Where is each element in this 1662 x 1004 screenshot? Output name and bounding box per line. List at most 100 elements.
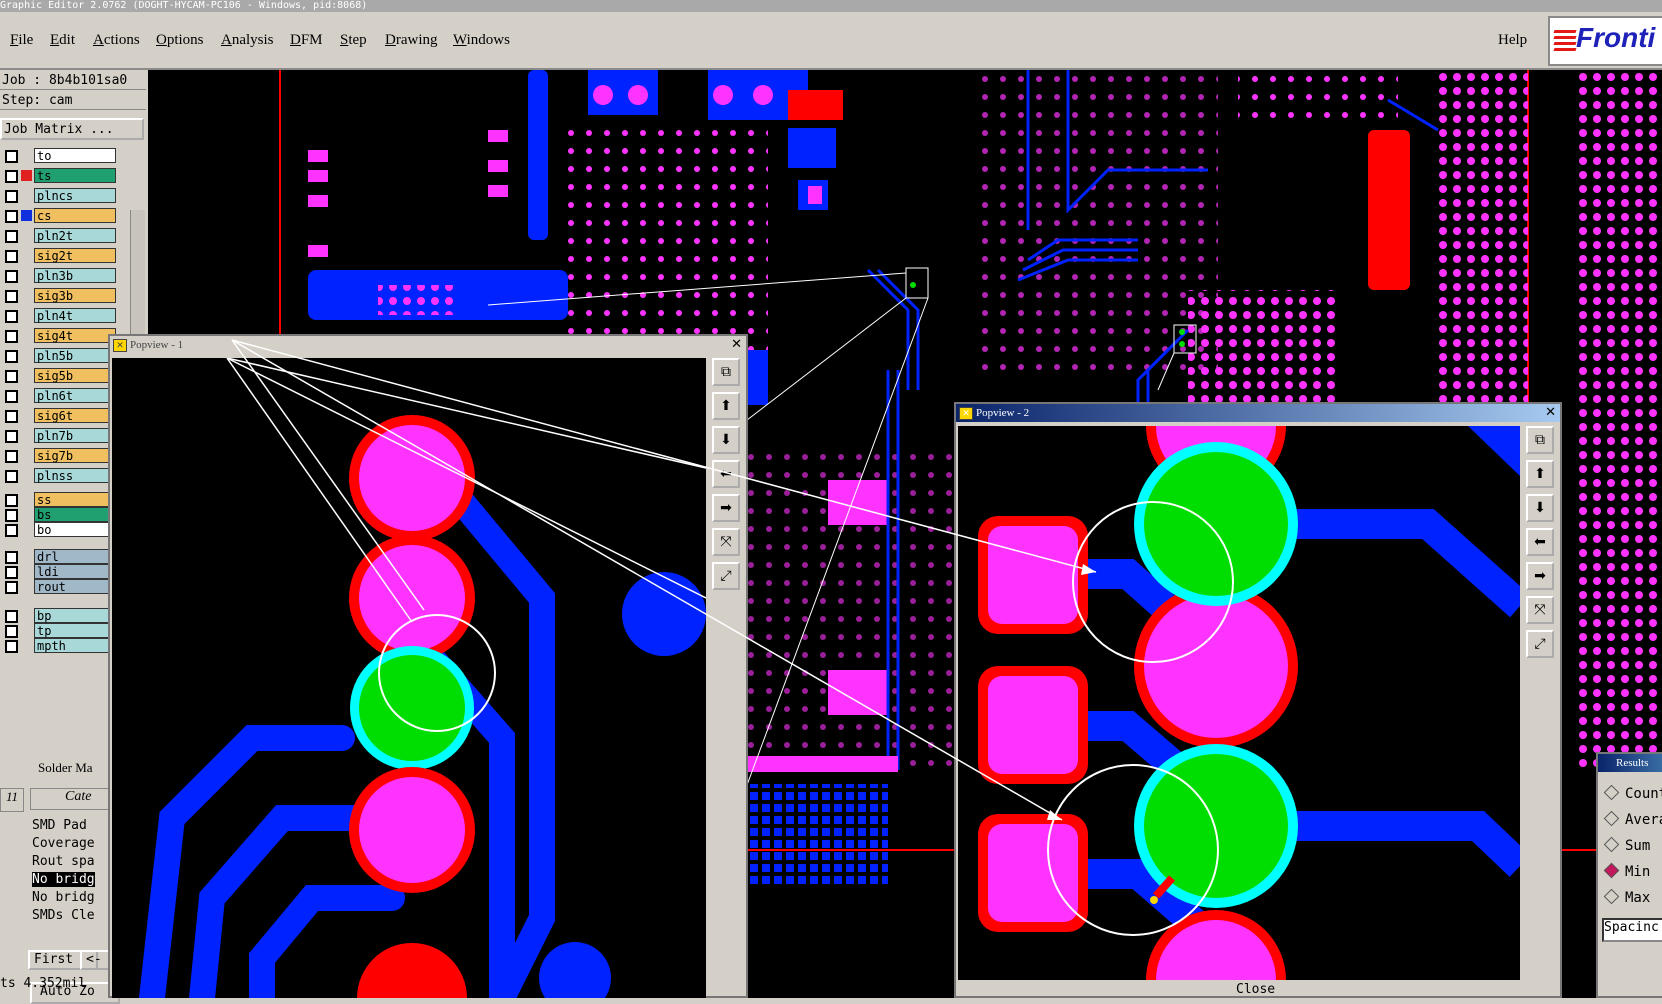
- popview-1-canvas[interactable]: [112, 358, 706, 998]
- layer-checkbox[interactable]: [5, 524, 18, 537]
- layer-label[interactable]: pln3b: [34, 268, 116, 283]
- move-down-icon[interactable]: ⬇: [712, 426, 740, 454]
- move-down-icon[interactable]: ⬇: [1526, 494, 1554, 522]
- layer-row-sig7b[interactable]: sig7b: [0, 448, 120, 463]
- popview-2-window[interactable]: ✕ Popview - 2 ✕ ⧉ ⬆ ⬇ ⬅ ➡ ⤧ ⤢ Close: [954, 402, 1562, 998]
- menu-dfm[interactable]: DFM: [290, 32, 323, 49]
- layer-label[interactable]: sig5b: [34, 368, 116, 383]
- move-right-icon[interactable]: ➡: [712, 494, 740, 522]
- menu-edit[interactable]: Edit: [50, 32, 75, 49]
- layer-checkbox[interactable]: [5, 390, 18, 403]
- layer-label[interactable]: pln7b: [34, 428, 116, 443]
- layer-row-sig5b[interactable]: sig5b: [0, 368, 120, 383]
- layer-label[interactable]: plnss: [34, 468, 116, 483]
- layer-label[interactable]: cs: [34, 208, 116, 223]
- window-restore-icon[interactable]: ⧉: [712, 358, 740, 386]
- layer-checkbox[interactable]: [5, 190, 18, 203]
- move-up-icon[interactable]: ⬆: [1526, 460, 1554, 488]
- popview-1-titlebar[interactable]: ✕ Popview - 1: [110, 336, 746, 354]
- menu-windows[interactable]: Windows: [453, 32, 510, 49]
- layer-checkbox[interactable]: [5, 150, 18, 163]
- layer-row-pln4t[interactable]: pln4t: [0, 308, 120, 323]
- layer-checkbox[interactable]: [5, 370, 18, 383]
- layer-row-sig4t[interactable]: sig4t: [0, 328, 120, 343]
- layer-checkbox[interactable]: [5, 210, 18, 223]
- layer-row-bp[interactable]: bp: [0, 608, 120, 623]
- result-item[interactable]: SMD Pad: [32, 818, 87, 833]
- option-average[interactable]: Avera: [1603, 810, 1662, 828]
- layer-row-to[interactable]: to: [0, 148, 120, 163]
- layer-row-sig6t[interactable]: sig6t: [0, 408, 120, 423]
- layer-label[interactable]: pln6t: [34, 388, 116, 403]
- layer-row-plncs[interactable]: plncs: [0, 188, 120, 203]
- popview-2-canvas[interactable]: [958, 426, 1520, 980]
- layer-row-rout[interactable]: rout: [0, 579, 120, 594]
- layer-label[interactable]: plncs: [34, 188, 116, 203]
- move-left-icon[interactable]: ⬅: [712, 460, 740, 488]
- layer-row-plnss[interactable]: plnss: [0, 468, 120, 483]
- close-icon[interactable]: ✕: [731, 337, 742, 352]
- option-sum[interactable]: Sum: [1603, 836, 1650, 854]
- layer-checkbox[interactable]: [5, 170, 18, 183]
- layer-checkbox[interactable]: [5, 430, 18, 443]
- layer-row-tp[interactable]: tp: [0, 623, 120, 638]
- layer-label[interactable]: pln2t: [34, 228, 116, 243]
- layer-label[interactable]: to: [34, 148, 116, 163]
- layer-row-pln7b[interactable]: pln7b: [0, 428, 120, 443]
- layer-checkbox[interactable]: [5, 470, 18, 483]
- layer-checkbox[interactable]: [5, 290, 18, 303]
- menu-drawing[interactable]: Drawing: [385, 32, 438, 49]
- layer-label[interactable]: bs: [34, 507, 116, 522]
- job-matrix-button[interactable]: Job Matrix ...: [0, 118, 144, 140]
- popview-1-window[interactable]: ✕ Popview - 1 ✕ ⧉ ⬆ ⬇ ⬅ ➡ ⤧ ⤢: [108, 334, 748, 998]
- layer-label[interactable]: tp: [34, 623, 116, 638]
- layer-row-ts[interactable]: ts: [0, 168, 120, 183]
- layer-checkbox[interactable]: [5, 509, 18, 522]
- layer-label[interactable]: bo: [34, 522, 116, 537]
- layer-row-drl[interactable]: drl: [0, 549, 120, 564]
- menu-help[interactable]: Help: [1498, 32, 1527, 49]
- layer-checkbox[interactable]: [5, 625, 18, 638]
- menu-step[interactable]: Step: [340, 32, 367, 49]
- menu-actions[interactable]: Actions: [93, 32, 140, 49]
- layer-checkbox[interactable]: [5, 230, 18, 243]
- layer-label[interactable]: rout: [34, 579, 116, 594]
- layer-row-pln6t[interactable]: pln6t: [0, 388, 120, 403]
- layer-row-pln3b[interactable]: pln3b: [0, 268, 120, 283]
- close-icon[interactable]: ✕: [1545, 405, 1556, 420]
- option-count[interactable]: Count: [1603, 784, 1662, 802]
- layer-checkbox[interactable]: [5, 494, 18, 507]
- layer-checkbox[interactable]: [5, 581, 18, 594]
- layer-label[interactable]: sig3b: [34, 288, 116, 303]
- layer-row-ss[interactable]: ss: [0, 492, 120, 507]
- layer-label[interactable]: bp: [34, 608, 116, 623]
- window-restore-icon[interactable]: ⧉: [1526, 426, 1554, 454]
- popview-close-button[interactable]: Close: [1236, 982, 1275, 997]
- layer-row-sig3b[interactable]: sig3b: [0, 288, 120, 303]
- result-item[interactable]: No bridg: [32, 890, 95, 905]
- move-up-icon[interactable]: ⬆: [712, 392, 740, 420]
- layer-checkbox[interactable]: [5, 350, 18, 363]
- layer-label[interactable]: drl: [34, 549, 116, 564]
- layer-label[interactable]: ss: [34, 492, 116, 507]
- result-item-selected[interactable]: No bridg: [32, 872, 95, 887]
- layer-checkbox[interactable]: [5, 330, 18, 343]
- result-item[interactable]: Rout spa: [32, 854, 95, 869]
- layer-row-pln5b[interactable]: pln5b: [0, 348, 120, 363]
- zoom-out-icon[interactable]: ⤢: [712, 562, 740, 590]
- move-right-icon[interactable]: ➡: [1526, 562, 1554, 590]
- layer-checkbox[interactable]: [5, 566, 18, 579]
- layer-checkbox[interactable]: [5, 551, 18, 564]
- layer-checkbox[interactable]: [5, 450, 18, 463]
- layer-row-pln2t[interactable]: pln2t: [0, 228, 120, 243]
- layer-label[interactable]: sig4t: [34, 328, 116, 343]
- layer-row-ldi[interactable]: ldi: [0, 564, 120, 579]
- option-min[interactable]: Min: [1603, 862, 1650, 880]
- result-item[interactable]: SMDs Cle: [32, 908, 95, 923]
- zoom-in-icon[interactable]: ⤧: [1526, 596, 1554, 624]
- layer-checkbox[interactable]: [5, 640, 18, 653]
- result-item[interactable]: Coverage: [32, 836, 95, 851]
- layer-checkbox[interactable]: [5, 610, 18, 623]
- menu-file[interactable]: File: [10, 32, 33, 49]
- popview-2-titlebar[interactable]: ✕ Popview - 2: [956, 404, 1560, 422]
